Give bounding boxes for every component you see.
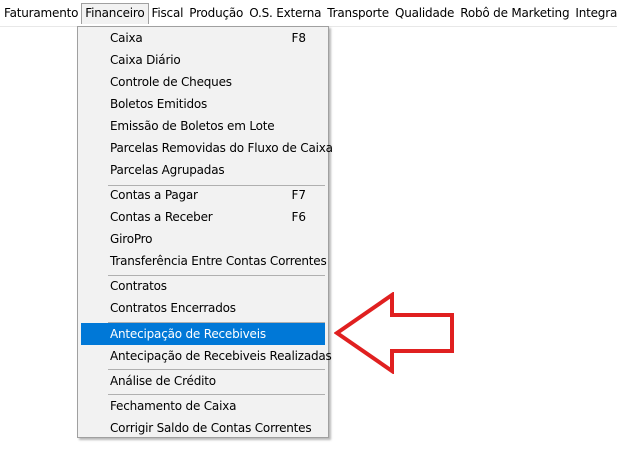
menu-item-parcelas-agrupadas[interactable]: Parcelas Agrupadas <box>81 159 325 181</box>
menu-item-contratos[interactable]: Contratos <box>81 275 325 297</box>
menu-item-shortcut: F7 <box>291 188 306 202</box>
menu-item-boletos-emitidos[interactable]: Boletos Emitidos <box>81 93 325 115</box>
menu-item-label: Caixa <box>110 31 143 45</box>
menu-item-label: Parcelas Removidas do Fluxo de Caixa <box>110 141 333 155</box>
menu-robo-de-marketing[interactable]: Robô de Marketing <box>457 3 572 23</box>
menu-transporte[interactable]: Transporte <box>324 3 392 23</box>
menu-item-contratos-encerrados[interactable]: Contratos Encerrados <box>81 297 325 319</box>
arrow-left-icon <box>334 292 454 374</box>
financeiro-dropdown-menu: Caixa F8 Caixa Diário Controle de Cheque… <box>77 26 333 439</box>
menu-os-externa[interactable]: O.S. Externa <box>246 3 324 23</box>
menu-item-antecipacao-de-recebiveis-realizadas[interactable]: Antecipação de Recebiveis Realizadas <box>81 345 332 367</box>
menu-integracao[interactable]: Integração <box>572 3 617 23</box>
menu-item-transferencia-entre-contas[interactable]: Transferência Entre Contas Correntes <box>81 250 327 272</box>
menu-item-label: Caixa Diário <box>110 53 181 67</box>
menu-producao[interactable]: Produção <box>186 3 246 23</box>
menu-item-label: Análise de Crédito <box>110 374 216 388</box>
menu-item-label: GiroPro <box>110 232 153 246</box>
menu-item-contas-a-pagar[interactable]: Contas a Pagar F7 <box>81 184 325 206</box>
menu-item-shortcut: F6 <box>291 210 306 224</box>
menu-faturamento[interactable]: Faturamento <box>0 3 81 23</box>
menu-item-label: Contas a Receber <box>110 210 213 224</box>
menu-item-label: Controle de Cheques <box>110 75 232 89</box>
menu-item-contas-a-receber[interactable]: Contas a Receber F6 <box>81 206 325 228</box>
menu-item-label: Antecipação de Recebiveis <box>110 327 266 341</box>
menu-item-label: Transferência Entre Contas Correntes <box>110 254 327 268</box>
menu-item-corrigir-saldo[interactable]: Corrigir Saldo de Contas Correntes <box>81 417 325 439</box>
menu-item-label: Contas a Pagar <box>110 188 198 202</box>
menu-bar: Faturamento Financeiro Fiscal Produção O… <box>0 0 617 27</box>
menu-item-label: Antecipação de Recebiveis Realizadas <box>110 349 332 363</box>
menu-item-analise-de-credito[interactable]: Análise de Crédito <box>81 370 325 392</box>
menu-item-caixa-diario[interactable]: Caixa Diário <box>81 49 325 71</box>
menu-item-label: Fechamento de Caixa <box>110 399 237 413</box>
menu-item-label: Contratos Encerrados <box>110 301 236 315</box>
menu-item-giropro[interactable]: GiroPro <box>81 228 325 250</box>
menu-item-label: Corrigir Saldo de Contas Correntes <box>110 421 312 435</box>
menu-item-emissao-de-boletos-em-lote[interactable]: Emissão de Boletos em Lote <box>81 115 325 137</box>
menu-item-label: Parcelas Agrupadas <box>110 163 225 177</box>
menu-qualidade[interactable]: Qualidade <box>392 3 457 23</box>
menu-item-parcelas-removidas[interactable]: Parcelas Removidas do Fluxo de Caixa <box>81 137 333 159</box>
menu-item-label: Boletos Emitidos <box>110 97 208 111</box>
menu-item-label: Emissão de Boletos em Lote <box>110 119 275 133</box>
menu-item-caixa[interactable]: Caixa F8 <box>81 27 325 49</box>
menu-item-label: Contratos <box>110 279 167 293</box>
menu-item-antecipacao-de-recebiveis[interactable]: Antecipação de Recebiveis <box>81 323 325 345</box>
menu-item-controle-de-cheques[interactable]: Controle de Cheques <box>81 71 325 93</box>
menu-item-fechamento-de-caixa[interactable]: Fechamento de Caixa <box>81 395 325 417</box>
menu-fiscal[interactable]: Fiscal <box>149 3 187 23</box>
application-window: Faturamento Financeiro Fiscal Produção O… <box>0 0 617 460</box>
menu-item-shortcut: F8 <box>291 31 306 45</box>
menu-financeiro[interactable]: Financeiro <box>81 3 149 24</box>
